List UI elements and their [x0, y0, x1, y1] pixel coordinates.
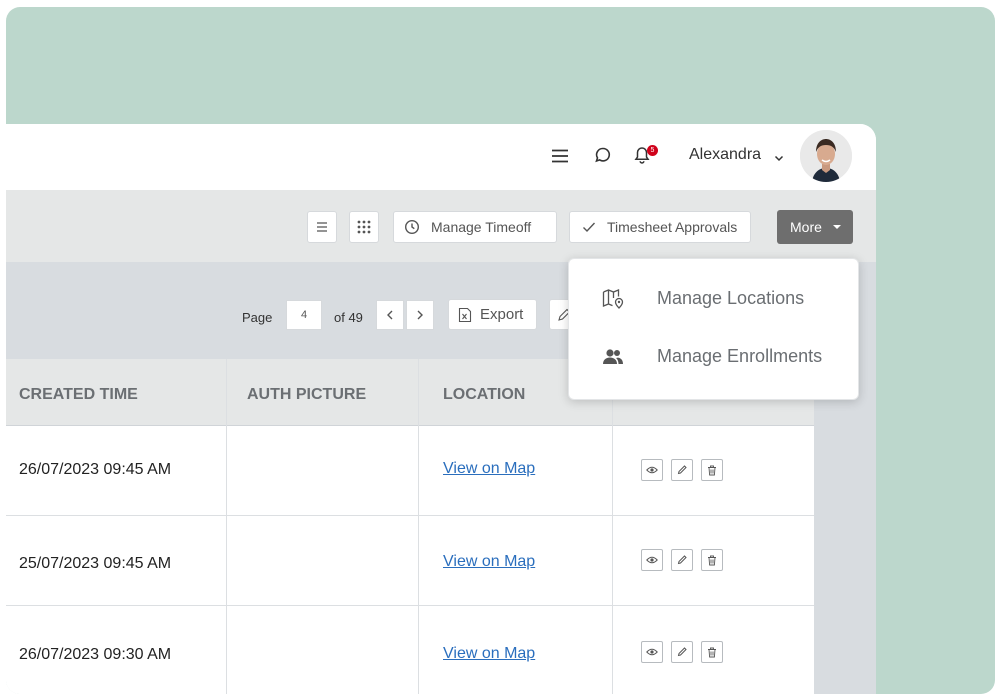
- menu-item-label: Manage Enrollments: [657, 346, 823, 366]
- clock-icon: [404, 219, 420, 235]
- grid-icon: [357, 220, 371, 234]
- table-edge: [814, 359, 876, 694]
- excel-file-icon: [458, 307, 472, 322]
- chat-icon[interactable]: [593, 145, 613, 165]
- notification-badge: 5: [647, 145, 658, 156]
- delete-icon[interactable]: [701, 459, 723, 481]
- map-pin-icon: [601, 287, 625, 316]
- table-row: 26/07/2023 09:30 AM View on Map: [6, 606, 814, 694]
- more-dropdown-menu: Manage Locations Manage Enrollments: [568, 258, 859, 400]
- user-name[interactable]: Alexandra: [689, 146, 761, 164]
- menu-item-label: Manage Locations: [657, 288, 805, 308]
- caret-down-icon: [832, 225, 841, 229]
- view-on-map-link[interactable]: View on Map: [443, 460, 535, 478]
- menu-icon[interactable]: [550, 146, 570, 166]
- export-label: Export: [480, 306, 524, 323]
- view-icon[interactable]: [641, 549, 663, 571]
- column-header-location[interactable]: LOCATION: [443, 386, 525, 404]
- column-divider: [612, 359, 613, 694]
- more-label: More: [790, 219, 822, 235]
- view-icon[interactable]: [641, 459, 663, 481]
- delete-icon[interactable]: [701, 549, 723, 571]
- export-button[interactable]: Export: [448, 299, 537, 330]
- edit-icon[interactable]: [671, 549, 693, 571]
- page-total: of 49: [334, 310, 363, 325]
- table-row: 26/07/2023 09:45 AM View on Map: [6, 426, 814, 516]
- timesheet-approvals-label: Timesheet Approvals: [607, 219, 738, 235]
- chevron-left-icon: [387, 310, 393, 320]
- page-number-input[interactable]: 4: [286, 300, 322, 330]
- column-header-created-time[interactable]: CREATED TIME: [19, 386, 138, 404]
- manage-timeoff-button[interactable]: Manage Timeoff: [393, 211, 557, 243]
- view-on-map-link[interactable]: View on Map: [443, 553, 535, 571]
- table-row: 25/07/2023 09:45 AM View on Map: [6, 516, 814, 606]
- list-icon: [317, 222, 327, 232]
- column-divider: [418, 359, 419, 694]
- manage-timeoff-label: Manage Timeoff: [431, 219, 532, 235]
- menu-item-manage-locations[interactable]: Manage Locations: [569, 271, 860, 327]
- column-header-auth-picture[interactable]: AUTH PICTURE: [247, 386, 366, 404]
- timesheet-approvals-button[interactable]: Timesheet Approvals: [569, 211, 751, 243]
- list-view-button[interactable]: [307, 211, 337, 243]
- created-time-cell: 26/07/2023 09:45 AM: [19, 461, 172, 478]
- edit-icon[interactable]: [671, 641, 693, 663]
- menu-item-manage-enrollments[interactable]: Manage Enrollments: [569, 329, 860, 385]
- more-button[interactable]: More: [777, 210, 853, 244]
- created-time-cell: 26/07/2023 09:30 AM: [19, 646, 172, 663]
- view-icon[interactable]: [641, 641, 663, 663]
- created-time-cell: 25/07/2023 09:45 AM: [19, 555, 172, 572]
- top-header: 5 Alexandra: [6, 124, 876, 190]
- users-icon: [601, 345, 625, 374]
- delete-icon[interactable]: [701, 641, 723, 663]
- edit-icon[interactable]: [671, 459, 693, 481]
- chevron-down-icon[interactable]: [774, 149, 784, 167]
- check-icon: [583, 222, 596, 233]
- chevron-right-icon: [417, 310, 423, 320]
- view-on-map-link[interactable]: View on Map: [443, 645, 535, 663]
- app-panel: 5 Alexandra Manage Timeoff Timesheet App…: [6, 124, 876, 694]
- avatar[interactable]: [800, 130, 852, 182]
- next-page-button[interactable]: [406, 300, 434, 330]
- column-divider: [226, 359, 227, 694]
- page-label: Page: [242, 310, 273, 325]
- toolbar: Manage Timeoff Timesheet Approvals More: [6, 190, 876, 262]
- grid-view-button[interactable]: [349, 211, 379, 243]
- prev-page-button[interactable]: [376, 300, 404, 330]
- records-table: CREATED TIME AUTH PICTURE LOCATION 26/07…: [6, 359, 814, 694]
